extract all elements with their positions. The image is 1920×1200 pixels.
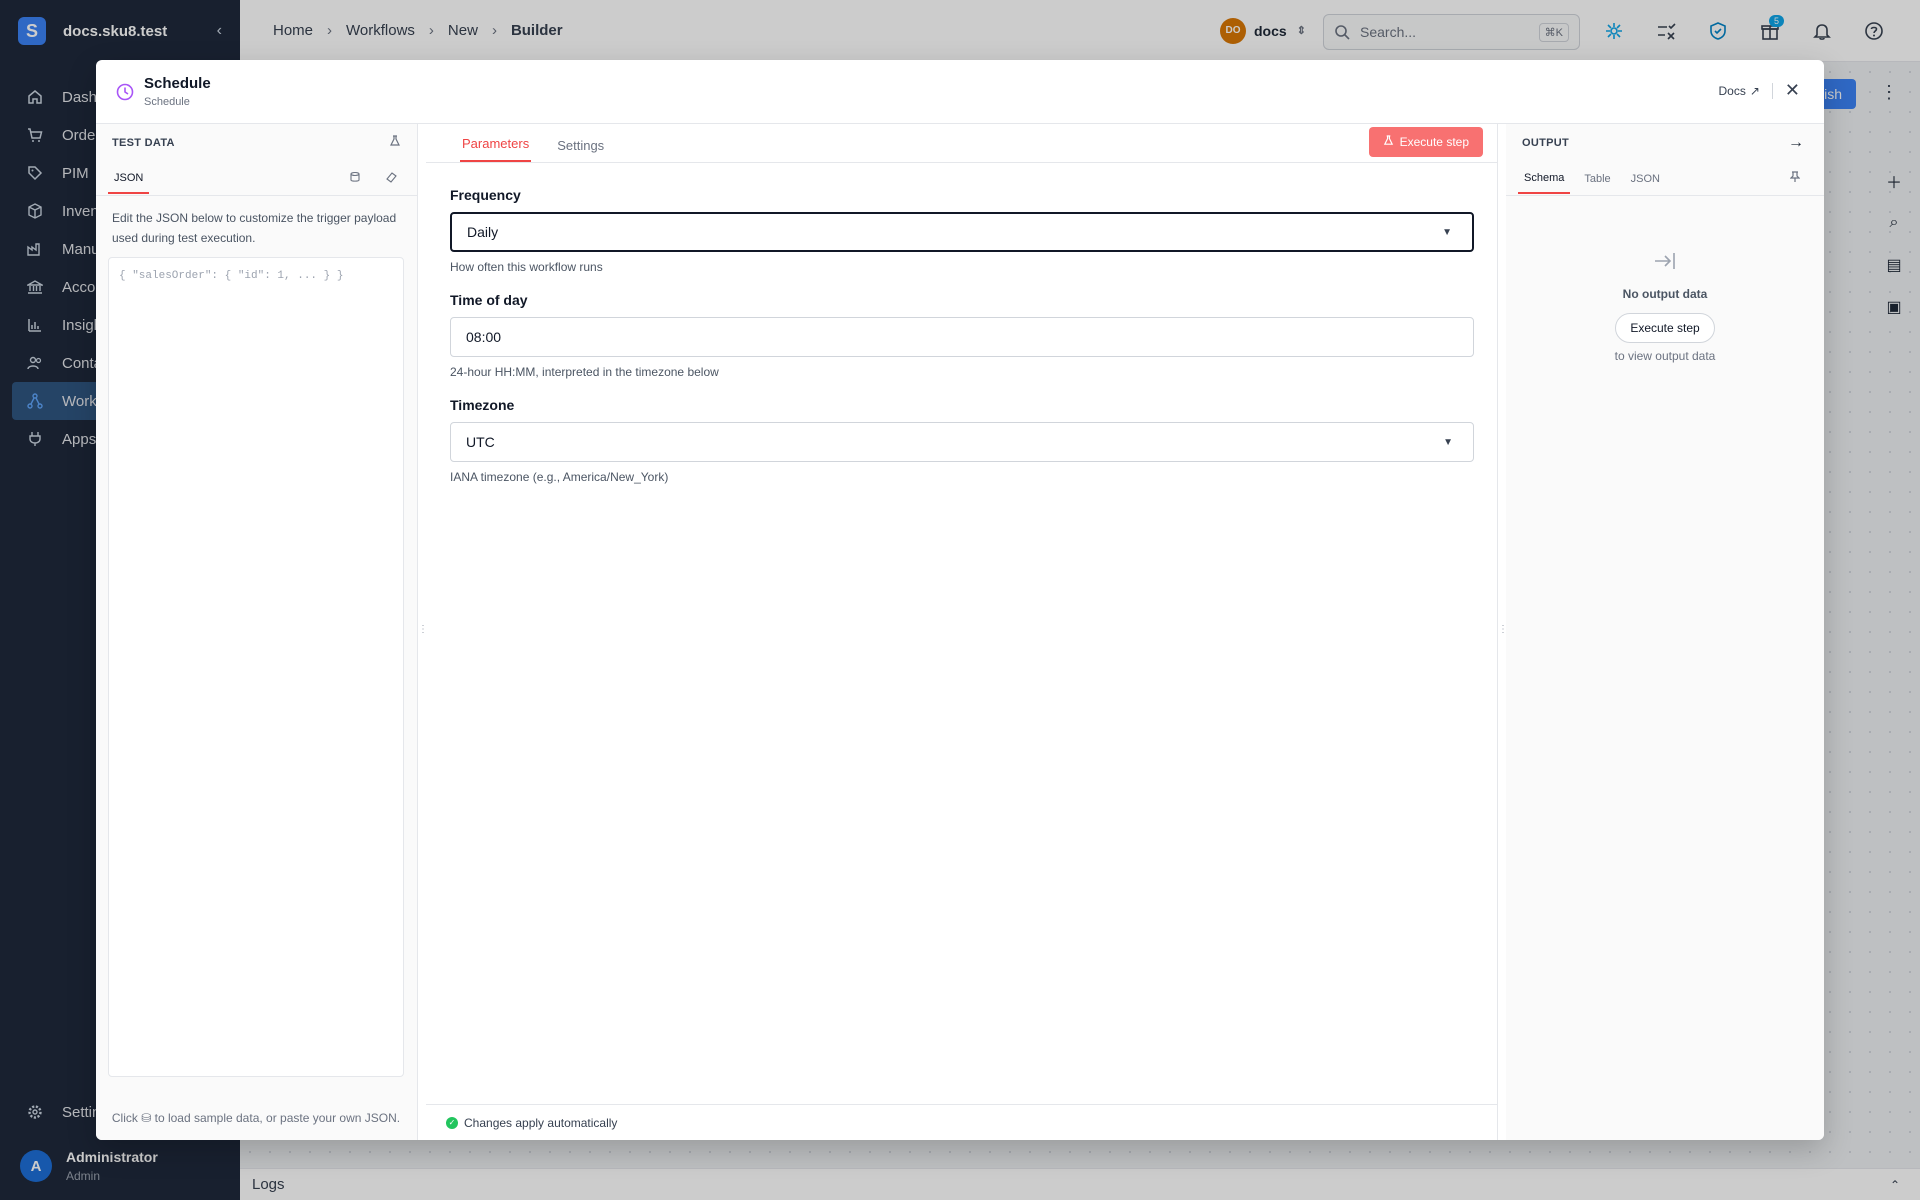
execute-step-label: Execute step bbox=[1399, 135, 1469, 149]
tab-output-json[interactable]: JSON bbox=[1625, 165, 1666, 193]
resize-handle-icon[interactable]: ⋮ bbox=[418, 624, 428, 635]
timezone-label: Timezone bbox=[450, 397, 515, 413]
modal-header: Schedule Schedule Docs ↗ ✕ bbox=[96, 60, 1824, 124]
tab-json[interactable]: JSON bbox=[108, 164, 150, 194]
no-output-subtitle: to view output data bbox=[1614, 349, 1716, 363]
auto-apply-text: Changes apply automatically bbox=[464, 1115, 618, 1130]
tab-table[interactable]: Table bbox=[1578, 165, 1616, 193]
execute-step-button[interactable]: Execute step bbox=[1368, 127, 1483, 157]
test-data-title: TEST DATA bbox=[112, 137, 175, 149]
docs-label: Docs bbox=[1718, 83, 1746, 98]
frequency-label: Frequency bbox=[450, 187, 521, 203]
test-data-panel: TEST DATA JSON Edit the JSON below to cu… bbox=[96, 124, 418, 1140]
tab-settings[interactable]: Settings bbox=[555, 138, 606, 162]
resize-handle-icon[interactable]: ⋮ bbox=[1498, 624, 1508, 635]
clock-icon bbox=[116, 83, 134, 100]
auto-apply-status: ✓ Changes apply automatically bbox=[426, 1104, 1498, 1140]
parameters-form: Frequency Daily ▼ How often this workflo… bbox=[426, 163, 1497, 484]
time-of-day-help: 24-hour HH:MM, interpreted in the timezo… bbox=[450, 365, 719, 379]
modal-body: TEST DATA JSON Edit the JSON below to cu… bbox=[96, 124, 1824, 1140]
flask-icon bbox=[1383, 135, 1394, 149]
no-output-title: No output data bbox=[1622, 287, 1708, 301]
time-of-day-label: Time of day bbox=[450, 292, 528, 308]
timezone-select[interactable]: UTC ▼ bbox=[450, 422, 1474, 462]
caret-down-icon: ▼ bbox=[1442, 226, 1452, 238]
modal-actions: Docs ↗ ✕ bbox=[1719, 80, 1801, 101]
docs-link[interactable]: Docs ↗ bbox=[1719, 84, 1760, 98]
eraser-icon[interactable] bbox=[385, 170, 397, 188]
external-link-icon: ↗ bbox=[1749, 83, 1760, 98]
footer-text-post: to load sample data, or paste your own J… bbox=[154, 1111, 401, 1125]
timezone-value: UTC bbox=[466, 434, 495, 450]
output-header: OUTPUT → bbox=[1506, 124, 1824, 162]
output-title: OUTPUT bbox=[1522, 137, 1570, 149]
caret-down-icon: ▼ bbox=[1443, 436, 1453, 448]
tab-parameters[interactable]: Parameters bbox=[460, 136, 532, 162]
config-tabs: Parameters Settings Execute step bbox=[426, 124, 1497, 163]
divider bbox=[1771, 82, 1773, 99]
timezone-help: IANA timezone (e.g., America/New_York) bbox=[450, 470, 669, 484]
tab-schema[interactable]: Schema bbox=[1518, 164, 1571, 194]
parameters-panel: Parameters Settings Execute step Frequen… bbox=[426, 124, 1498, 1140]
frequency-help: How often this workflow runs bbox=[450, 260, 603, 274]
check-circle-icon: ✓ bbox=[446, 1116, 458, 1129]
field-frequency: Frequency Daily ▼ How often this workflo… bbox=[450, 187, 1474, 274]
test-data-footer: Click ⛁ to load sample data, or paste yo… bbox=[108, 1108, 404, 1128]
pin-icon[interactable] bbox=[1789, 170, 1801, 188]
step-config-modal: Schedule Schedule Docs ↗ ✕ TEST DATA JSO… bbox=[96, 60, 1824, 1140]
test-data-description: Edit the JSON below to customize the tri… bbox=[112, 211, 397, 245]
footer-text-pre: Click bbox=[111, 1111, 138, 1125]
flask-icon[interactable] bbox=[389, 134, 401, 152]
frequency-select[interactable]: Daily ▼ bbox=[450, 212, 1474, 252]
test-data-header: TEST DATA bbox=[96, 124, 417, 162]
field-timezone: Timezone UTC ▼ IANA timezone (e.g., Amer… bbox=[450, 397, 1474, 484]
modal-subtitle: Schedule bbox=[144, 96, 190, 108]
modal-title-group: Schedule Schedule bbox=[144, 75, 211, 108]
output-empty-state: No output data Execute step to view outp… bbox=[1506, 196, 1824, 363]
time-of-day-value: 08:00 bbox=[466, 329, 502, 345]
execute-step-secondary-button[interactable]: Execute step bbox=[1615, 313, 1715, 343]
json-editor[interactable]: { "salesOrder": { "id": 1, ... } } bbox=[108, 257, 404, 1077]
output-panel: OUTPUT → Schema Table JSON No output dat… bbox=[1506, 124, 1824, 1140]
test-data-tools bbox=[349, 170, 397, 188]
close-icon[interactable]: ✕ bbox=[1785, 80, 1800, 101]
test-data-tabs: JSON bbox=[96, 162, 417, 196]
frequency-value: Daily bbox=[467, 224, 499, 240]
time-of-day-input[interactable]: 08:00 bbox=[450, 317, 1474, 357]
arrow-right-icon[interactable]: → bbox=[1788, 134, 1804, 152]
load-sample-icon: ⛁ bbox=[141, 1111, 155, 1125]
arrow-into-bar-icon bbox=[1655, 253, 1675, 269]
modal-title: Schedule bbox=[144, 75, 211, 92]
field-time-of-day: Time of day 08:00 24-hour HH:MM, interpr… bbox=[450, 292, 1474, 379]
load-sample-icon[interactable] bbox=[349, 170, 361, 188]
output-tabs: Schema Table JSON bbox=[1506, 162, 1824, 196]
